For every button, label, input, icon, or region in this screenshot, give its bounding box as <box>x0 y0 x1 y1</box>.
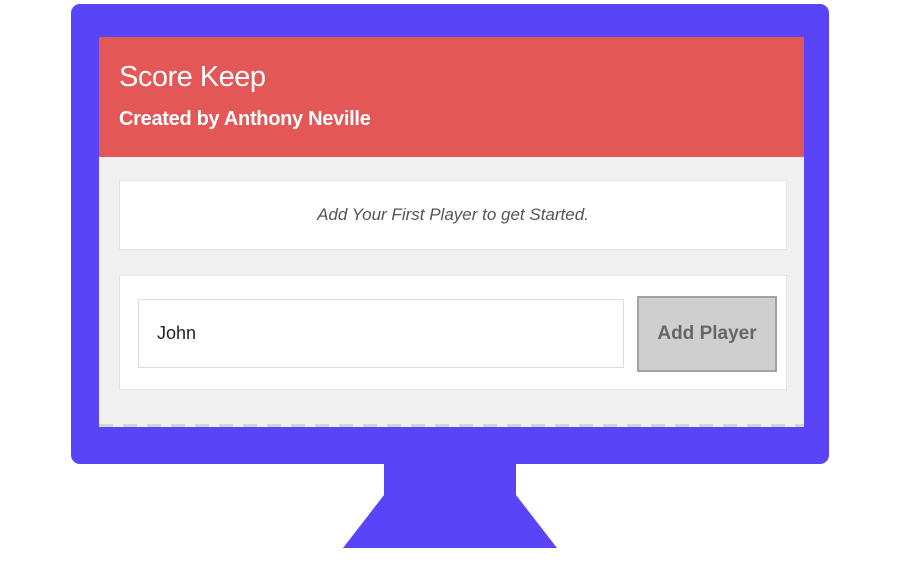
app-header: Score Keep Created by Anthony Neville <box>99 37 804 157</box>
message-card: Add Your First Player to get Started. <box>119 180 787 250</box>
add-player-button[interactable]: Add Player <box>637 296 777 372</box>
empty-state-message: Add Your First Player to get Started. <box>317 205 589 224</box>
add-player-form: Add Player <box>119 275 787 390</box>
app-subtitle: Created by Anthony Neville <box>119 108 371 130</box>
screen-bottom-divider <box>99 424 804 427</box>
app-title: Score Keep <box>119 61 266 93</box>
player-name-input[interactable] <box>138 299 624 368</box>
app-screen: Score Keep Created by Anthony Neville Ad… <box>99 37 804 427</box>
monitor-illustration: Score Keep Created by Anthony Neville Ad… <box>0 0 900 580</box>
